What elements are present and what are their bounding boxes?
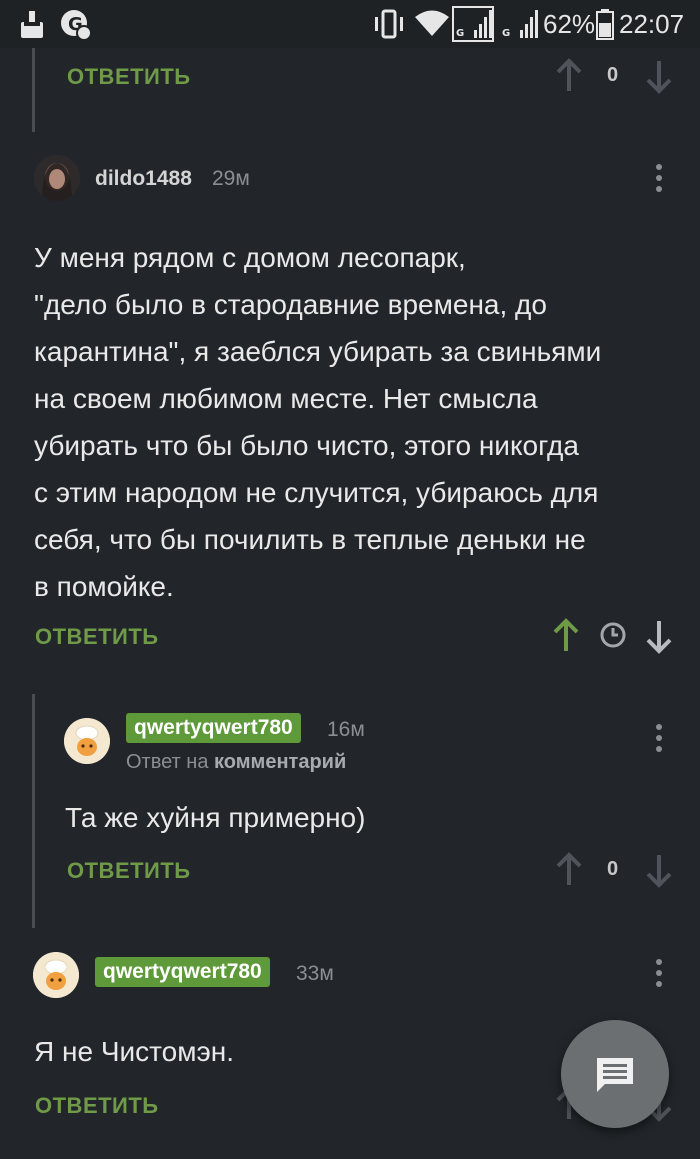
comment-time: 29м — [212, 167, 250, 190]
signal-sim1-icon: G — [452, 6, 494, 42]
chef-avatar-icon — [33, 952, 79, 998]
rating-count: 0 — [607, 64, 619, 86]
comment-text: Я не Чистомэн. — [34, 1036, 234, 1067]
more-options-icon[interactable] — [656, 959, 662, 992]
more-options-icon[interactable] — [656, 724, 662, 757]
comment-icon — [597, 1058, 633, 1092]
svg-text:G: G — [502, 28, 510, 39]
clock-icon — [600, 622, 626, 648]
more-options-icon[interactable] — [656, 164, 662, 197]
upvote-icon[interactable] — [555, 58, 583, 94]
downvote-icon[interactable] — [645, 852, 673, 888]
reply-context-link[interactable]: комментарий — [214, 751, 346, 773]
reply-button[interactable]: ОТВЕТИТЬ — [67, 858, 191, 884]
comment-text: Та же хуйня примерно) — [65, 802, 366, 833]
thread-line — [32, 48, 35, 132]
avatar[interactable] — [34, 155, 80, 201]
comment-text: У меня рядом с домом лесопарк, "дело был… — [34, 242, 602, 602]
chef-avatar-icon — [64, 718, 110, 764]
wifi-icon — [415, 10, 449, 36]
vibrate-icon — [375, 9, 403, 39]
battery-icon — [596, 9, 614, 40]
status-bar: G G G 62% 22:07 — [0, 0, 700, 48]
reply-button[interactable]: ОТВЕТИТЬ — [67, 64, 191, 90]
upvote-icon[interactable] — [552, 618, 580, 654]
thread-line — [32, 694, 35, 928]
app-badge-icon: G — [61, 10, 92, 41]
svg-text:G: G — [456, 28, 464, 39]
user-photo-icon — [34, 155, 80, 201]
battery-percent: 62% — [543, 9, 596, 39]
comment-username[interactable]: qwertyqwert780 — [126, 713, 301, 743]
comment-username[interactable]: dildo1488 — [95, 167, 192, 191]
clock: 22:07 — [619, 9, 685, 39]
upvote-icon[interactable] — [555, 852, 583, 888]
reply-button[interactable]: ОТВЕТИТЬ — [35, 1093, 159, 1119]
downvote-icon[interactable] — [645, 58, 673, 94]
comments-fab-button[interactable] — [561, 1020, 669, 1128]
reply-context: Ответ на комментарий — [126, 751, 347, 773]
downvote-icon[interactable] — [645, 618, 673, 654]
reply-button[interactable]: ОТВЕТИТЬ — [35, 624, 159, 650]
rating-count: 0 — [607, 858, 619, 880]
comment-time: 33м — [296, 962, 334, 985]
cleaner-icon — [21, 11, 43, 38]
avatar[interactable] — [33, 952, 79, 998]
signal-sim2-icon: G — [502, 10, 538, 39]
comment-username[interactable]: qwertyqwert780 — [95, 957, 270, 987]
avatar[interactable] — [64, 718, 110, 764]
comment-time: 16м — [327, 718, 365, 741]
